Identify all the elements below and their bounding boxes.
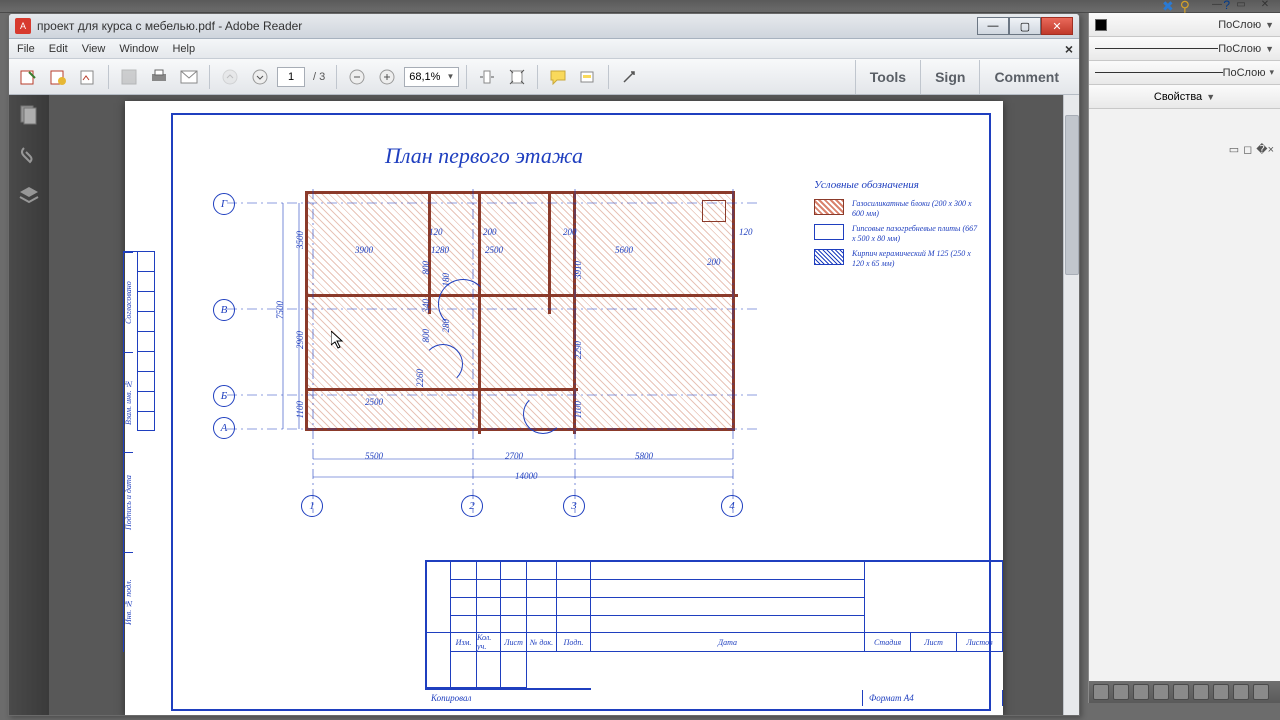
print-icon[interactable] [146,64,172,90]
page-down-icon[interactable] [247,64,273,90]
axis-2: 2 [461,495,483,517]
doc-close-icon[interactable]: × [1065,41,1073,57]
window-title: проект для курса с мебелью.pdf - Adobe R… [37,19,977,33]
legend-swatch-3 [814,249,844,265]
axis-v: В [213,299,235,321]
host-titlebar: ✖ ⚲ ? — ▭ ✕ [0,0,1280,13]
thumbnails-icon[interactable] [18,105,40,127]
save-icon[interactable] [116,64,142,90]
adobe-reader-window: A проект для курса с мебелью.pdf - Adobe… [8,13,1080,716]
status-icon[interactable] [1253,684,1269,700]
axis-3: 3 [563,495,585,517]
status-icon[interactable] [1173,684,1189,700]
status-icon[interactable] [1133,684,1149,700]
menu-edit[interactable]: Edit [49,43,68,55]
email-icon[interactable] [176,64,202,90]
pdf-icon: A [15,18,31,34]
status-icon[interactable] [1233,684,1249,700]
export-pdf-icon[interactable] [15,64,41,90]
layers-icon[interactable] [18,185,40,207]
reader-close[interactable]: ✕ [1041,17,1073,35]
legend-title: Условные обозначения [814,179,979,191]
reader-toolbar: / 3 68,1%▼ Tools Sign Comment [9,59,1079,95]
host-window-controls: — ▭ ✕ [1206,0,1276,10]
mouse-cursor [331,331,345,349]
zoom-level-select[interactable]: 68,1%▼ [404,67,459,87]
gost-titleblock: Изм.Кол. уч.Лист№ док.Подп.Дата СтадияЛи… [425,560,1003,715]
sign-button[interactable]: Sign [920,60,979,94]
fit-page-icon[interactable] [504,64,530,90]
floor-plan [305,191,735,431]
axis-4: 4 [721,495,743,517]
reader-menubar: File Edit View Window Help × [9,39,1079,59]
status-icon[interactable] [1213,684,1229,700]
status-icon[interactable] [1113,684,1129,700]
palette-restore-icon[interactable]: ◻ [1243,143,1252,156]
status-icon[interactable] [1193,684,1209,700]
create-pdf-icon[interactable] [45,64,71,90]
highlight-icon[interactable] [575,64,601,90]
comment-button[interactable]: Comment [979,60,1073,94]
right-action-panel: Tools Sign Comment [855,60,1073,94]
current-page-input[interactable] [277,67,305,87]
lineweight-bylayer-row[interactable]: ПоСлою▼ [1089,37,1280,61]
menu-help[interactable]: Help [172,43,195,55]
status-icon[interactable] [1093,684,1109,700]
comment-icon[interactable] [545,64,571,90]
scrollbar-thumb[interactable] [1065,115,1079,275]
reader-minimize[interactable]: — [977,17,1009,35]
reader-body: План первого этажа [9,95,1079,715]
drawing-title: План первого этажа [385,143,583,169]
zoom-in-icon[interactable] [374,64,400,90]
legend-swatch-2 [814,224,844,240]
palette-min-icon[interactable]: ▭ [1229,143,1239,156]
menu-file[interactable]: File [17,43,35,55]
axis-1: 1 [301,495,323,517]
read-mode-icon[interactable] [616,64,642,90]
reader-titlebar[interactable]: A проект для курса с мебелью.pdf - Adobe… [9,14,1079,39]
menu-view[interactable]: View [82,43,106,55]
properties-row[interactable]: Свойства ▼ [1089,85,1280,109]
gost-side-cells [137,251,155,431]
color-bylayer-row[interactable]: ПоСлою▼ [1089,13,1280,37]
axis-a: А [213,417,235,439]
cad-properties-panel: ПоСлою▼ ПоСлою▼ ПоСлою▾ Свойства ▼ ▭ ◻ �… [1088,13,1280,703]
fit-width-icon[interactable] [474,64,500,90]
page-up-icon[interactable] [217,64,243,90]
vertical-scrollbar[interactable] [1063,95,1079,715]
navigation-rail [9,95,49,715]
page-total: / 3 [313,71,325,83]
sign-pdf-icon[interactable] [75,64,101,90]
cad-statusbar [1089,681,1280,703]
palette-controls: ▭ ◻ �× [1229,143,1274,156]
axis-b: Б [213,385,235,407]
attachments-icon[interactable] [18,145,40,167]
palette-close-icon[interactable]: �× [1256,143,1274,156]
status-icon[interactable] [1153,684,1169,700]
host-app-chrome: ✖ ⚲ ? — ▭ ✕ A проект для курса с мебелью… [0,0,1280,720]
axis-g: Г [213,193,235,215]
reader-window-controls: — ▢ ✕ [977,17,1073,35]
color-swatch-icon [1095,19,1107,31]
reader-maximize[interactable]: ▢ [1009,17,1041,35]
zoom-out-icon[interactable] [344,64,370,90]
document-viewport[interactable]: План первого этажа [49,95,1079,715]
host-close[interactable]: ✕ [1254,0,1276,10]
legend: Условные обозначения Газосиликатные блок… [814,179,979,275]
host-restore[interactable]: ▭ [1230,0,1252,10]
legend-swatch-1 [814,199,844,215]
menu-window[interactable]: Window [119,43,158,55]
linetype-bylayer-row[interactable]: ПоСлою▾ [1089,61,1280,85]
pdf-page: План первого этажа [125,101,1003,715]
tools-button[interactable]: Tools [855,60,920,94]
host-minimize[interactable]: — [1206,0,1228,10]
